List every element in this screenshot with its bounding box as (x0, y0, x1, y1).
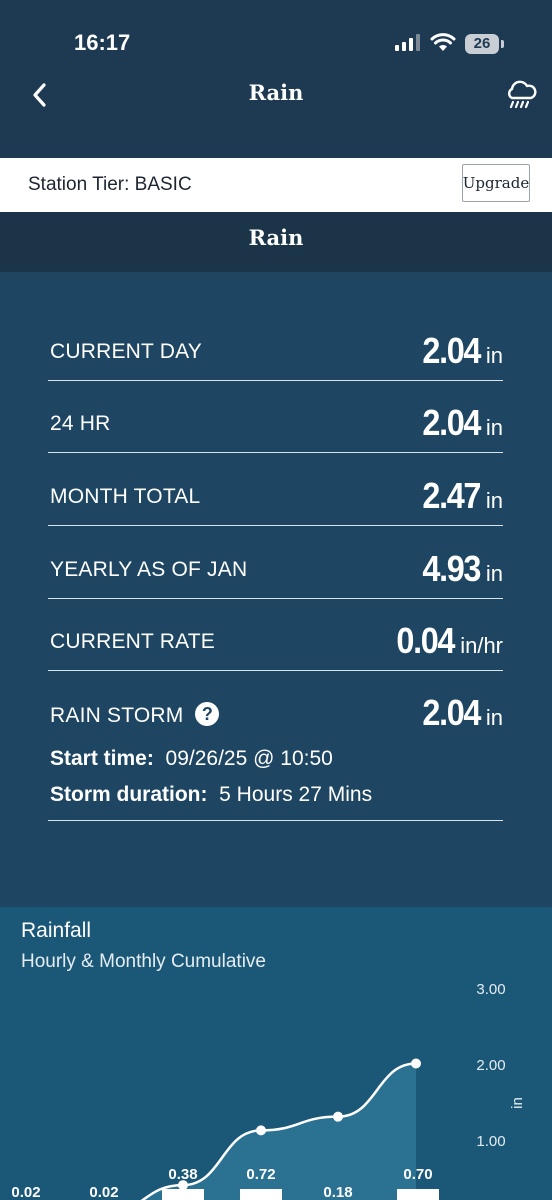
chart-plot: 0.02 0.02 0.38 0.72 0.18 0.70 1.00 2.00 3.00 in (11, 981, 526, 1200)
row-label: RAIN STORM? (50, 702, 220, 728)
page-title: Rain (248, 80, 304, 105)
upgrade-button[interactable]: Upgrade (462, 164, 530, 202)
row-value: 0.04 in/hr (396, 620, 503, 661)
section-title: Rain (248, 225, 304, 250)
row-value: 2.04 in (422, 330, 503, 371)
bar-value-label: 0.02 (89, 1184, 118, 1200)
row-label: CURRENT DAY (50, 340, 202, 363)
row-label: 24 HR (50, 412, 111, 435)
y-tick-label: 1.00 (476, 1133, 505, 1150)
row-value: 2.04 in (422, 402, 503, 443)
cumulative-point (333, 1111, 343, 1122)
y-tick-label: 2.00 (476, 1057, 505, 1074)
rain-cloud-icon[interactable] (504, 78, 538, 112)
rain-row-24hr: 24 HR 2.04 in (48, 380, 503, 453)
help-icon[interactable]: ? (195, 702, 220, 726)
cumulative-point (256, 1125, 266, 1136)
rainfall-chart: Rainfall Hourly & Monthly Cumulative 0.0… (0, 907, 552, 1200)
rain-bar (397, 1189, 439, 1200)
cumulative-area (26, 1063, 416, 1200)
storm-start-time: Start time: 09/26/25 @ 10:50 (50, 747, 333, 770)
row-value: 2.04 in (422, 692, 503, 733)
rain-row-rain-storm: RAIN STORM? 2.04 in (48, 670, 503, 742)
battery-icon: 26 (465, 34, 499, 54)
rain-panel: CURRENT DAY 2.04 in 24 HR 2.04 in MONTH TO… (0, 272, 552, 907)
status-time: 16:17 (74, 30, 131, 55)
divider (48, 820, 503, 821)
bar-value-label: 0.70 (403, 1166, 432, 1183)
y-axis-label: in (509, 1097, 526, 1109)
station-tier-bar: Station Tier: BASIC Upgrade (0, 158, 552, 212)
row-value: 2.47 in (422, 475, 503, 516)
storm-duration: Storm duration: 5 Hours 27 Mins (50, 783, 373, 806)
battery-tip (501, 40, 504, 48)
y-tick-label: 3.00 (476, 981, 505, 998)
rain-bar (162, 1189, 204, 1200)
row-label: MONTH TOTAL (50, 485, 201, 508)
status-bar: 16:17 26 (0, 0, 552, 70)
bar-value-label: 0.02 (11, 1184, 40, 1200)
bar-value-label: 0.72 (246, 1166, 275, 1183)
row-label: CURRENT RATE (50, 630, 215, 653)
bar-value-label: 0.38 (168, 1166, 197, 1183)
rain-row-month-total: MONTH TOTAL 2.47 in (48, 453, 503, 526)
cumulative-point (411, 1058, 421, 1069)
row-value: 4.93 in (422, 548, 503, 589)
station-tier-label: Station Tier: BASIC (28, 174, 192, 195)
row-label: YEARLY AS OF JAN (50, 558, 248, 581)
rain-row-current-day: CURRENT DAY 2.04 in (48, 308, 503, 381)
nav-bar: Rain (0, 70, 552, 158)
bar-value-label: 0.18 (323, 1184, 352, 1200)
rain-row-current-rate: CURRENT RATE 0.04 in/hr (48, 598, 503, 671)
rain-row-yearly: YEARLY AS OF JAN 4.93 in (48, 526, 503, 599)
wifi-icon (430, 33, 456, 51)
rain-bar (240, 1189, 282, 1200)
cellular-signal-icon (395, 34, 420, 51)
section-header: Rain (0, 212, 552, 272)
